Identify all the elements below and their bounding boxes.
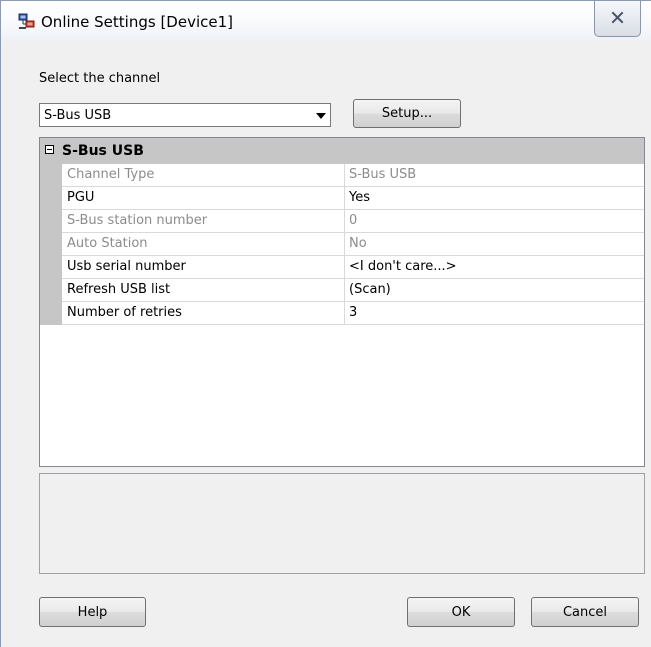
row-margin bbox=[40, 164, 62, 187]
channel-select-value: S-Bus USB bbox=[44, 108, 112, 123]
property-value[interactable]: Yes bbox=[349, 190, 370, 205]
property-name: S-Bus station number bbox=[67, 213, 208, 228]
column-divider bbox=[344, 210, 345, 232]
property-description-panel bbox=[39, 473, 645, 574]
row-margin bbox=[40, 279, 62, 302]
property-name: Refresh USB list bbox=[67, 282, 171, 297]
property-row[interactable]: Refresh USB list (Scan) bbox=[40, 279, 644, 302]
property-row[interactable]: Usb serial number <I don't care...> bbox=[40, 256, 644, 279]
property-category-label: S-Bus USB bbox=[62, 143, 144, 159]
row-margin bbox=[40, 302, 62, 325]
channel-label: Select the channel bbox=[39, 71, 161, 86]
help-button[interactable]: Help bbox=[39, 597, 146, 627]
property-name: Auto Station bbox=[67, 236, 148, 251]
property-row[interactable]: S-Bus station number 0 bbox=[40, 210, 644, 233]
property-name: Channel Type bbox=[67, 167, 155, 182]
property-row[interactable]: Channel Type S-Bus USB bbox=[40, 164, 644, 187]
property-name: Usb serial number bbox=[67, 259, 186, 274]
online-settings-icon bbox=[18, 13, 35, 30]
property-row[interactable]: Auto Station No bbox=[40, 233, 644, 256]
title-bar[interactable]: Online Settings [Device1] bbox=[1, 1, 651, 41]
property-name: Number of retries bbox=[67, 305, 182, 320]
column-divider bbox=[344, 233, 345, 255]
property-value[interactable]: <I don't care...> bbox=[349, 259, 457, 274]
property-category-header[interactable]: S-Bus USB bbox=[40, 138, 644, 164]
cancel-button[interactable]: Cancel bbox=[531, 597, 639, 627]
online-settings-dialog: Online Settings [Device1] Select the cha… bbox=[0, 0, 651, 647]
column-divider bbox=[344, 256, 345, 278]
row-margin bbox=[40, 210, 62, 233]
property-rows: Channel Type S-Bus USB PGU Yes S-Bus sta… bbox=[40, 164, 644, 325]
property-value[interactable]: 3 bbox=[349, 305, 357, 320]
column-divider bbox=[344, 187, 345, 209]
window-title: Online Settings [Device1] bbox=[41, 13, 233, 31]
property-value: 0 bbox=[349, 213, 358, 228]
row-margin bbox=[40, 187, 62, 210]
ok-button[interactable]: OK bbox=[407, 597, 515, 627]
property-grid[interactable]: S-Bus USB Channel Type S-Bus USB PGU Yes… bbox=[39, 137, 645, 467]
row-margin bbox=[40, 256, 62, 279]
close-icon bbox=[611, 9, 624, 28]
row-margin bbox=[40, 233, 62, 256]
property-row[interactable]: PGU Yes bbox=[40, 187, 644, 210]
setup-button[interactable]: Setup... bbox=[353, 99, 461, 128]
dropdown-arrow-icon bbox=[316, 113, 326, 119]
close-button[interactable] bbox=[594, 1, 641, 37]
channel-select[interactable]: S-Bus USB bbox=[39, 103, 331, 127]
property-value: S-Bus USB bbox=[349, 167, 417, 182]
collapse-minus-icon[interactable] bbox=[45, 145, 54, 154]
column-divider bbox=[344, 302, 345, 324]
property-value: No bbox=[349, 236, 367, 251]
column-divider bbox=[344, 164, 345, 186]
column-divider bbox=[344, 279, 345, 301]
property-name: PGU bbox=[67, 190, 95, 205]
property-row[interactable]: Number of retries 3 bbox=[40, 302, 644, 325]
property-value[interactable]: (Scan) bbox=[349, 282, 391, 297]
